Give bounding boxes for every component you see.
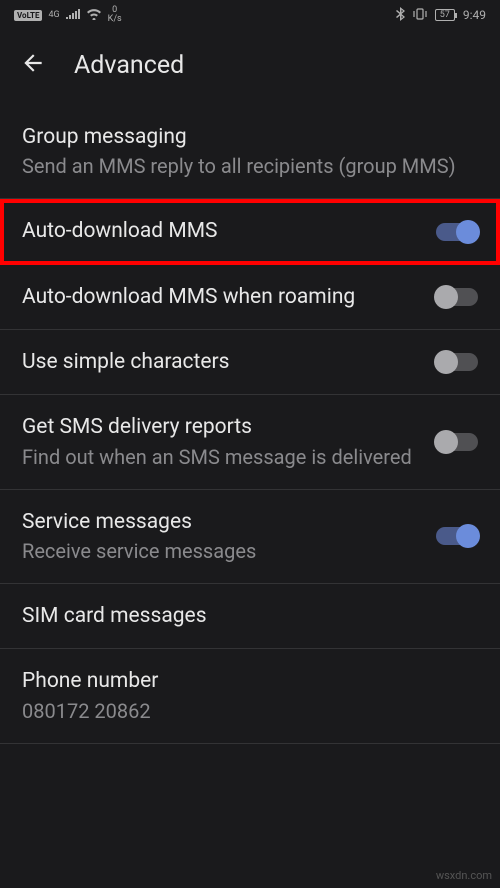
clock: 9:49 <box>463 8 486 22</box>
toggle-switch[interactable] <box>436 223 478 241</box>
setting-title: Phone number <box>22 667 478 695</box>
vibrate-icon <box>413 8 427 23</box>
setting-subtitle: 080172 20862 <box>22 698 478 725</box>
signal-icon <box>66 8 80 22</box>
toggle-switch[interactable] <box>436 433 478 451</box>
setting-item[interactable]: Use simple characters <box>0 330 500 395</box>
setting-item[interactable]: Auto-download MMS when roaming <box>0 265 500 330</box>
setting-text: Auto-download MMS when roaming <box>22 283 416 311</box>
setting-text: Service messagesReceive service messages <box>22 508 416 565</box>
setting-text: Group messagingSend an MMS reply to all … <box>22 123 478 180</box>
page-title: Advanced <box>74 51 184 80</box>
setting-title: SIM card messages <box>22 602 478 630</box>
setting-title: Auto-download MMS <box>22 217 416 245</box>
volte-badge: VoLTE <box>14 10 42 21</box>
setting-text: Auto-download MMS <box>22 217 416 245</box>
setting-text: Use simple characters <box>22 348 416 376</box>
bluetooth-icon <box>396 7 405 24</box>
setting-subtitle: Send an MMS reply to all recipients (gro… <box>22 153 478 180</box>
setting-title: Group messaging <box>22 123 478 151</box>
setting-text: SIM card messages <box>22 602 478 630</box>
setting-title: Service messages <box>22 508 416 536</box>
setting-title: Get SMS delivery reports <box>22 413 416 441</box>
status-right: 57 9:49 <box>396 7 486 24</box>
setting-item[interactable]: Get SMS delivery reports Find out when an… <box>0 395 500 489</box>
setting-item[interactable]: Service messagesReceive service messages <box>0 490 500 584</box>
header: Advanced <box>0 30 500 105</box>
setting-text: Get SMS delivery reports Find out when an… <box>22 413 416 470</box>
toggle-switch[interactable] <box>436 288 478 306</box>
setting-item[interactable]: Group messagingSend an MMS reply to all … <box>0 105 500 199</box>
setting-title: Use simple characters <box>22 348 416 376</box>
setting-item[interactable]: Phone number 080172 20862 <box>0 649 500 743</box>
toggle-switch[interactable] <box>436 527 478 545</box>
setting-item[interactable]: Auto-download MMS <box>0 199 500 264</box>
setting-item[interactable]: SIM card messages <box>0 584 500 649</box>
toggle-switch[interactable] <box>436 353 478 371</box>
battery-indicator: 57 <box>435 9 455 21</box>
wifi-icon <box>86 8 102 23</box>
speed-indicator: 0 K/s <box>108 6 122 24</box>
setting-title: Auto-download MMS when roaming <box>22 283 416 311</box>
back-arrow-icon[interactable] <box>20 50 46 80</box>
setting-subtitle: Receive service messages <box>22 538 416 565</box>
settings-list: Group messagingSend an MMS reply to all … <box>0 105 500 744</box>
network-indicator: 4G <box>48 10 59 20</box>
watermark: wsxdn.com <box>436 869 492 882</box>
status-bar: VoLTE 4G 0 K/s 57 9:49 <box>0 0 500 30</box>
status-left: VoLTE 4G 0 K/s <box>14 6 122 24</box>
setting-text: Phone number 080172 20862 <box>22 667 478 724</box>
setting-subtitle: Find out when an SMS message is delivere… <box>22 444 416 471</box>
